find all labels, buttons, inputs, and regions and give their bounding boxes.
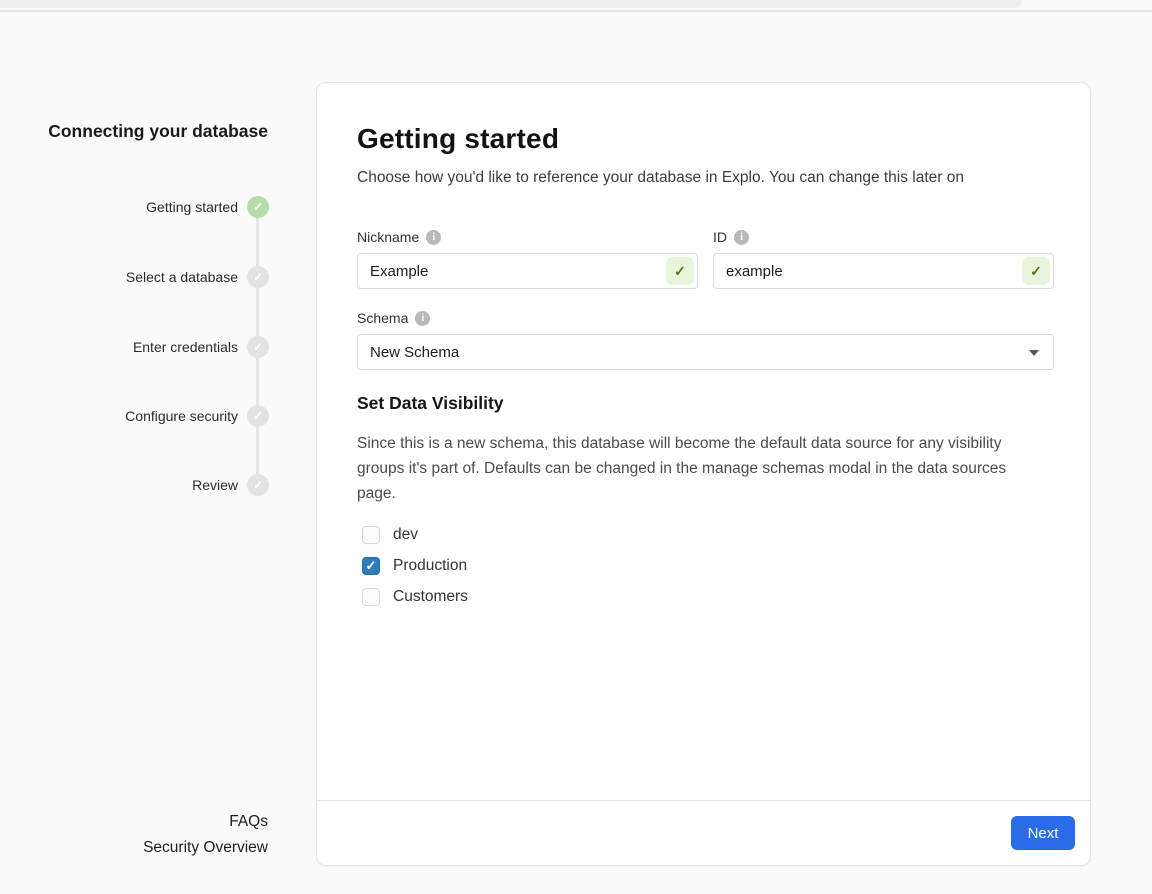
checkbox-checked[interactable]: ✓	[362, 557, 380, 575]
checkbox-label: Customers	[393, 588, 468, 606]
step-status-icon-pending[interactable]: ✓	[247, 405, 269, 427]
step-label-select-database[interactable]: Select a database	[0, 268, 238, 286]
visibility-group-customers[interactable]: Customers	[362, 581, 468, 612]
visibility-group-production[interactable]: ✓ Production	[362, 550, 468, 581]
visibility-group-dev[interactable]: dev	[362, 519, 468, 550]
next-button[interactable]: Next	[1011, 816, 1075, 850]
visibility-group-list: dev ✓ Production Customers	[362, 519, 468, 612]
info-icon[interactable]: i	[415, 311, 430, 326]
check-icon: ✓	[253, 200, 263, 214]
valid-check-icon: ✓	[666, 257, 694, 285]
visibility-heading: Set Data Visibility	[357, 393, 504, 414]
step-label-enter-credentials[interactable]: Enter credentials	[0, 338, 238, 356]
checkbox-unchecked[interactable]	[362, 588, 380, 606]
checkbox-unchecked[interactable]	[362, 526, 380, 544]
info-icon[interactable]: i	[426, 230, 441, 245]
valid-check-icon: ✓	[1022, 257, 1050, 285]
check-icon: ✓	[253, 478, 263, 492]
window-top-divider	[0, 10, 1152, 12]
schema-selected-value: New Schema	[370, 344, 459, 361]
check-icon: ✓	[366, 558, 377, 574]
step-status-icon-pending[interactable]: ✓	[247, 336, 269, 358]
wizard-card: Getting started Choose how you'd like to…	[316, 82, 1091, 866]
step-status-icon-complete[interactable]: ✓	[247, 196, 269, 218]
chevron-down-icon	[1029, 350, 1039, 356]
visibility-description: Since this is a new schema, this databas…	[357, 431, 1047, 506]
browser-tab-strip	[0, 0, 1022, 8]
step-label-configure-security[interactable]: Configure security	[0, 407, 238, 425]
page-subtitle: Choose how you'd like to reference your …	[357, 169, 1057, 187]
schema-label: Schema	[357, 310, 408, 326]
step-status-icon-pending[interactable]: ✓	[247, 474, 269, 496]
wizard-title: Connecting your database	[0, 119, 268, 144]
step-label-review[interactable]: Review	[0, 476, 238, 494]
step-status-icon-pending[interactable]: ✓	[247, 266, 269, 288]
nickname-label: Nickname	[357, 229, 419, 245]
checkbox-label: Production	[393, 557, 467, 575]
nickname-input[interactable]	[357, 253, 698, 289]
check-icon: ✓	[253, 409, 263, 423]
security-overview-link[interactable]: Security Overview	[0, 838, 268, 858]
check-icon: ✓	[253, 340, 263, 354]
card-footer: Next	[317, 800, 1090, 865]
page-title: Getting started	[357, 123, 559, 155]
check-icon: ✓	[253, 270, 263, 284]
id-label: ID	[713, 229, 727, 245]
schema-select[interactable]: New Schema	[357, 334, 1054, 370]
checkbox-label: dev	[393, 526, 418, 544]
faqs-link[interactable]: FAQs	[0, 812, 268, 832]
step-label-getting-started[interactable]: Getting started	[0, 198, 238, 216]
id-input[interactable]	[713, 253, 1054, 289]
info-icon[interactable]: i	[734, 230, 749, 245]
